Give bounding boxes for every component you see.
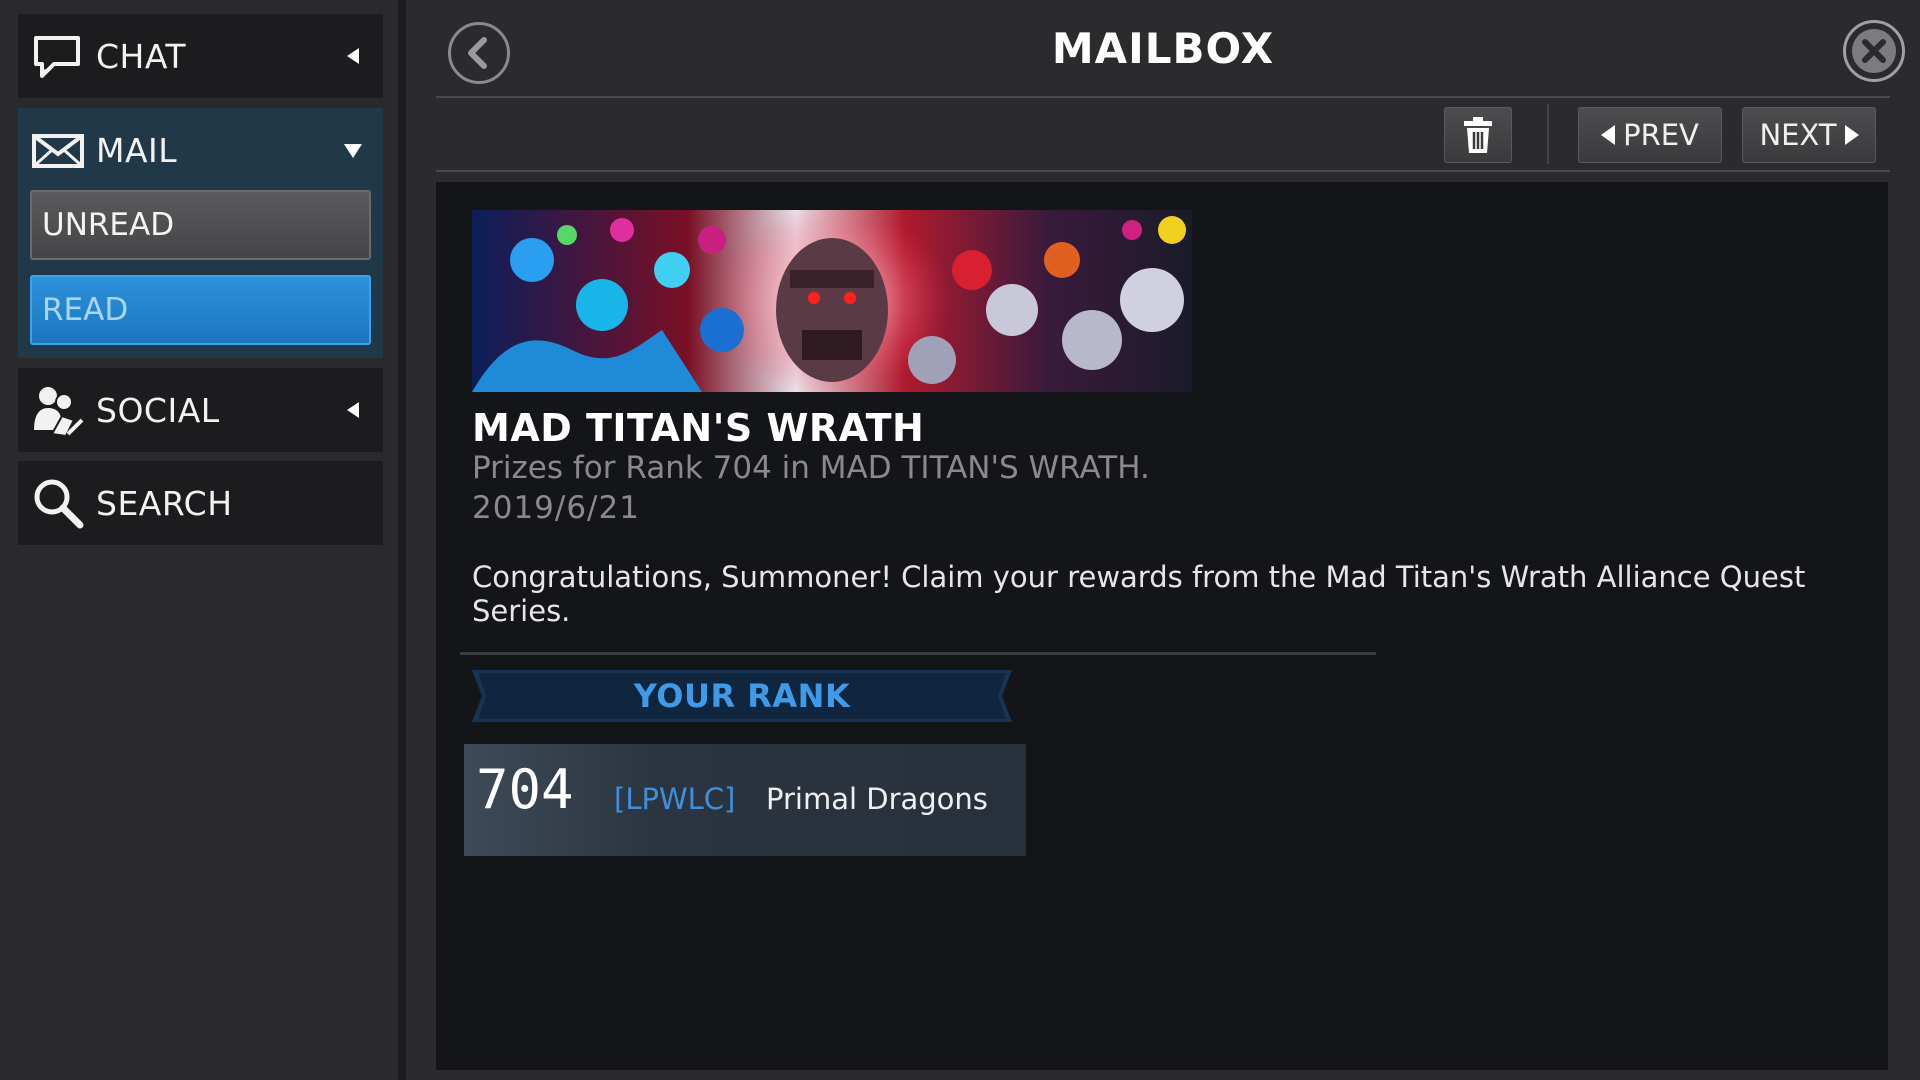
prev-arrow-icon	[1601, 125, 1616, 145]
magnifier-icon	[34, 479, 84, 529]
mail-filter-unread-label: UNREAD	[42, 207, 175, 243]
message-panel: MAD TITAN'S WRATH Prizes for Rank 704 in…	[436, 182, 1888, 1070]
mail-title: MAD TITAN'S WRATH	[472, 406, 925, 450]
sidebar-item-search[interactable]: SEARCH	[18, 461, 383, 545]
sidebar-item-label: SOCIAL	[96, 390, 220, 430]
people-icon	[34, 387, 84, 438]
sidebar-search-block: SEARCH	[18, 461, 383, 545]
alliance-name: Primal Dragons	[766, 782, 988, 816]
trash-icon	[1464, 117, 1492, 153]
caret-down-icon	[344, 144, 362, 158]
mail-date: 2019/6/21	[472, 490, 640, 526]
prev-button[interactable]: PREV	[1578, 107, 1722, 163]
sidebar-item-social[interactable]: SOCIAL	[18, 368, 383, 452]
next-button[interactable]: NEXT	[1742, 107, 1876, 163]
sidebar-item-label: SEARCH	[96, 483, 233, 523]
close-icon	[1852, 29, 1896, 73]
event-banner-image	[472, 210, 1192, 392]
mail-filter-unread[interactable]: UNREAD	[30, 190, 371, 260]
sidebar-social-block: SOCIAL	[18, 368, 383, 452]
mail-body: Congratulations, Summoner! Claim your re…	[472, 560, 1806, 628]
alliance-tag: [LPWLC]	[614, 782, 736, 816]
rank-header: YOUR RANK	[633, 677, 851, 715]
caret-left-icon	[347, 48, 359, 64]
toolbar-separator	[1547, 104, 1549, 164]
sidebar-item-label: CHAT	[96, 36, 187, 76]
caret-left-icon	[347, 402, 359, 418]
mailbox-main: MAILBOX PREV NEXT MAD TITAN'S WRATH Priz…	[406, 0, 1920, 1080]
rank-number: 704	[476, 758, 574, 821]
envelope-icon	[32, 134, 84, 168]
sidebar-item-mail[interactable]: MAIL	[18, 108, 383, 192]
mail-filter-read-label: READ	[42, 292, 129, 328]
delete-button[interactable]	[1444, 107, 1512, 163]
sidebar-chat-block: CHAT	[18, 14, 383, 98]
sidebar-mail-block: MAIL UNREAD READ	[18, 108, 383, 358]
sidebar-item-label: MAIL	[96, 130, 178, 170]
chat-bubble-icon	[34, 36, 80, 78]
sidebar: CHAT MAIL UNREAD READ SOCIAL SEARCH	[0, 0, 400, 1080]
toolbar-divider	[436, 170, 1890, 172]
close-button[interactable]	[1843, 20, 1905, 82]
content-divider	[460, 652, 1376, 655]
rank-row: 704 [LPWLC] Primal Dragons	[464, 744, 1026, 856]
sidebar-item-chat[interactable]: CHAT	[18, 14, 383, 98]
next-arrow-icon	[1844, 125, 1859, 145]
mail-filter-read[interactable]: READ	[30, 275, 371, 345]
prev-label: PREV	[1623, 118, 1699, 152]
header-divider	[436, 96, 1890, 98]
mail-subtitle: Prizes for Rank 704 in MAD TITAN'S WRATH…	[472, 450, 1150, 486]
page-title: MAILBOX	[1051, 24, 1275, 73]
next-label: NEXT	[1759, 118, 1837, 152]
sidebar-divider	[398, 0, 406, 1080]
